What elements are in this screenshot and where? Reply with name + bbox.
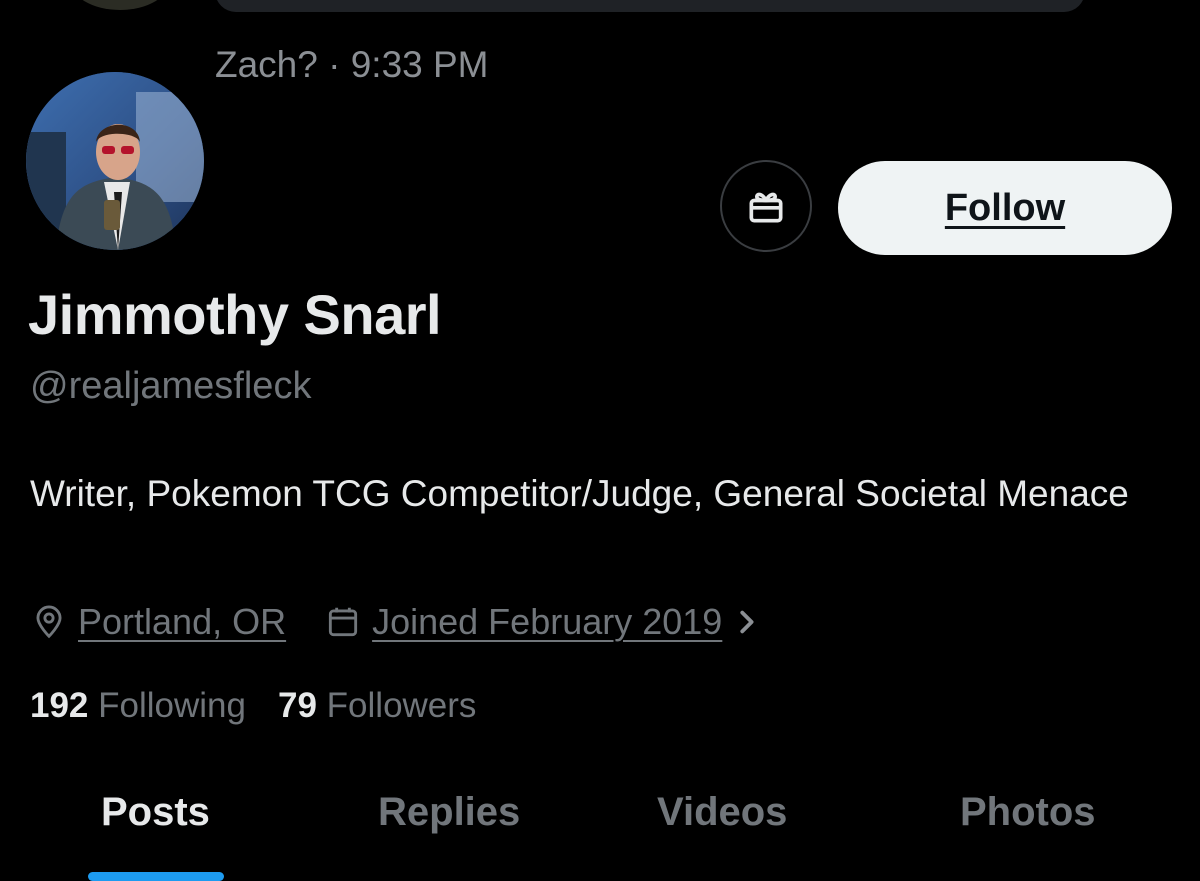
following-label: Following xyxy=(98,686,246,725)
joined-link[interactable]: Joined February 2019 xyxy=(372,601,722,643)
previous-avatar-peek xyxy=(70,0,170,10)
tab-photos[interactable]: Photos xyxy=(960,790,1096,835)
avatar[interactable] xyxy=(26,72,204,250)
previous-post-card-edge xyxy=(215,0,1085,12)
joined-item[interactable]: Joined February 2019 xyxy=(324,601,768,643)
followers-label: Followers xyxy=(326,686,477,725)
handle: @realjamesfleck xyxy=(30,365,312,407)
map-pin-icon xyxy=(36,605,62,639)
following-stat[interactable]: 192 Following xyxy=(30,686,246,725)
display-name: Jimmothy Snarl xyxy=(28,283,442,346)
followers-count: 79 xyxy=(278,686,317,725)
location-item[interactable]: Portland, OR xyxy=(30,601,286,643)
gift-icon xyxy=(749,192,783,223)
active-tab-indicator xyxy=(88,872,224,881)
location-link[interactable]: Portland, OR xyxy=(78,601,286,643)
followers-stat[interactable]: 79 Followers xyxy=(278,686,476,725)
profile-meta: Portland, OR Joined February 2019 xyxy=(30,598,768,646)
chevron-right-icon[interactable] xyxy=(734,607,758,637)
following-count: 192 xyxy=(30,686,89,725)
preview-meta-text: Zach? · 9:33 PM xyxy=(215,44,489,85)
tab-replies[interactable]: Replies xyxy=(378,790,520,835)
gift-button[interactable] xyxy=(720,160,812,252)
profile-tabs: Posts Replies Videos Photos xyxy=(0,790,1200,881)
tab-posts[interactable]: Posts xyxy=(101,790,210,835)
bio: Writer, Pokemon TCG Competitor/Judge, Ge… xyxy=(30,473,1129,514)
follow-stats: 192 Following 79 Followers xyxy=(30,686,476,726)
follow-button[interactable]: Follow xyxy=(838,161,1172,255)
calendar-icon xyxy=(329,607,358,637)
tab-videos[interactable]: Videos xyxy=(657,790,787,835)
